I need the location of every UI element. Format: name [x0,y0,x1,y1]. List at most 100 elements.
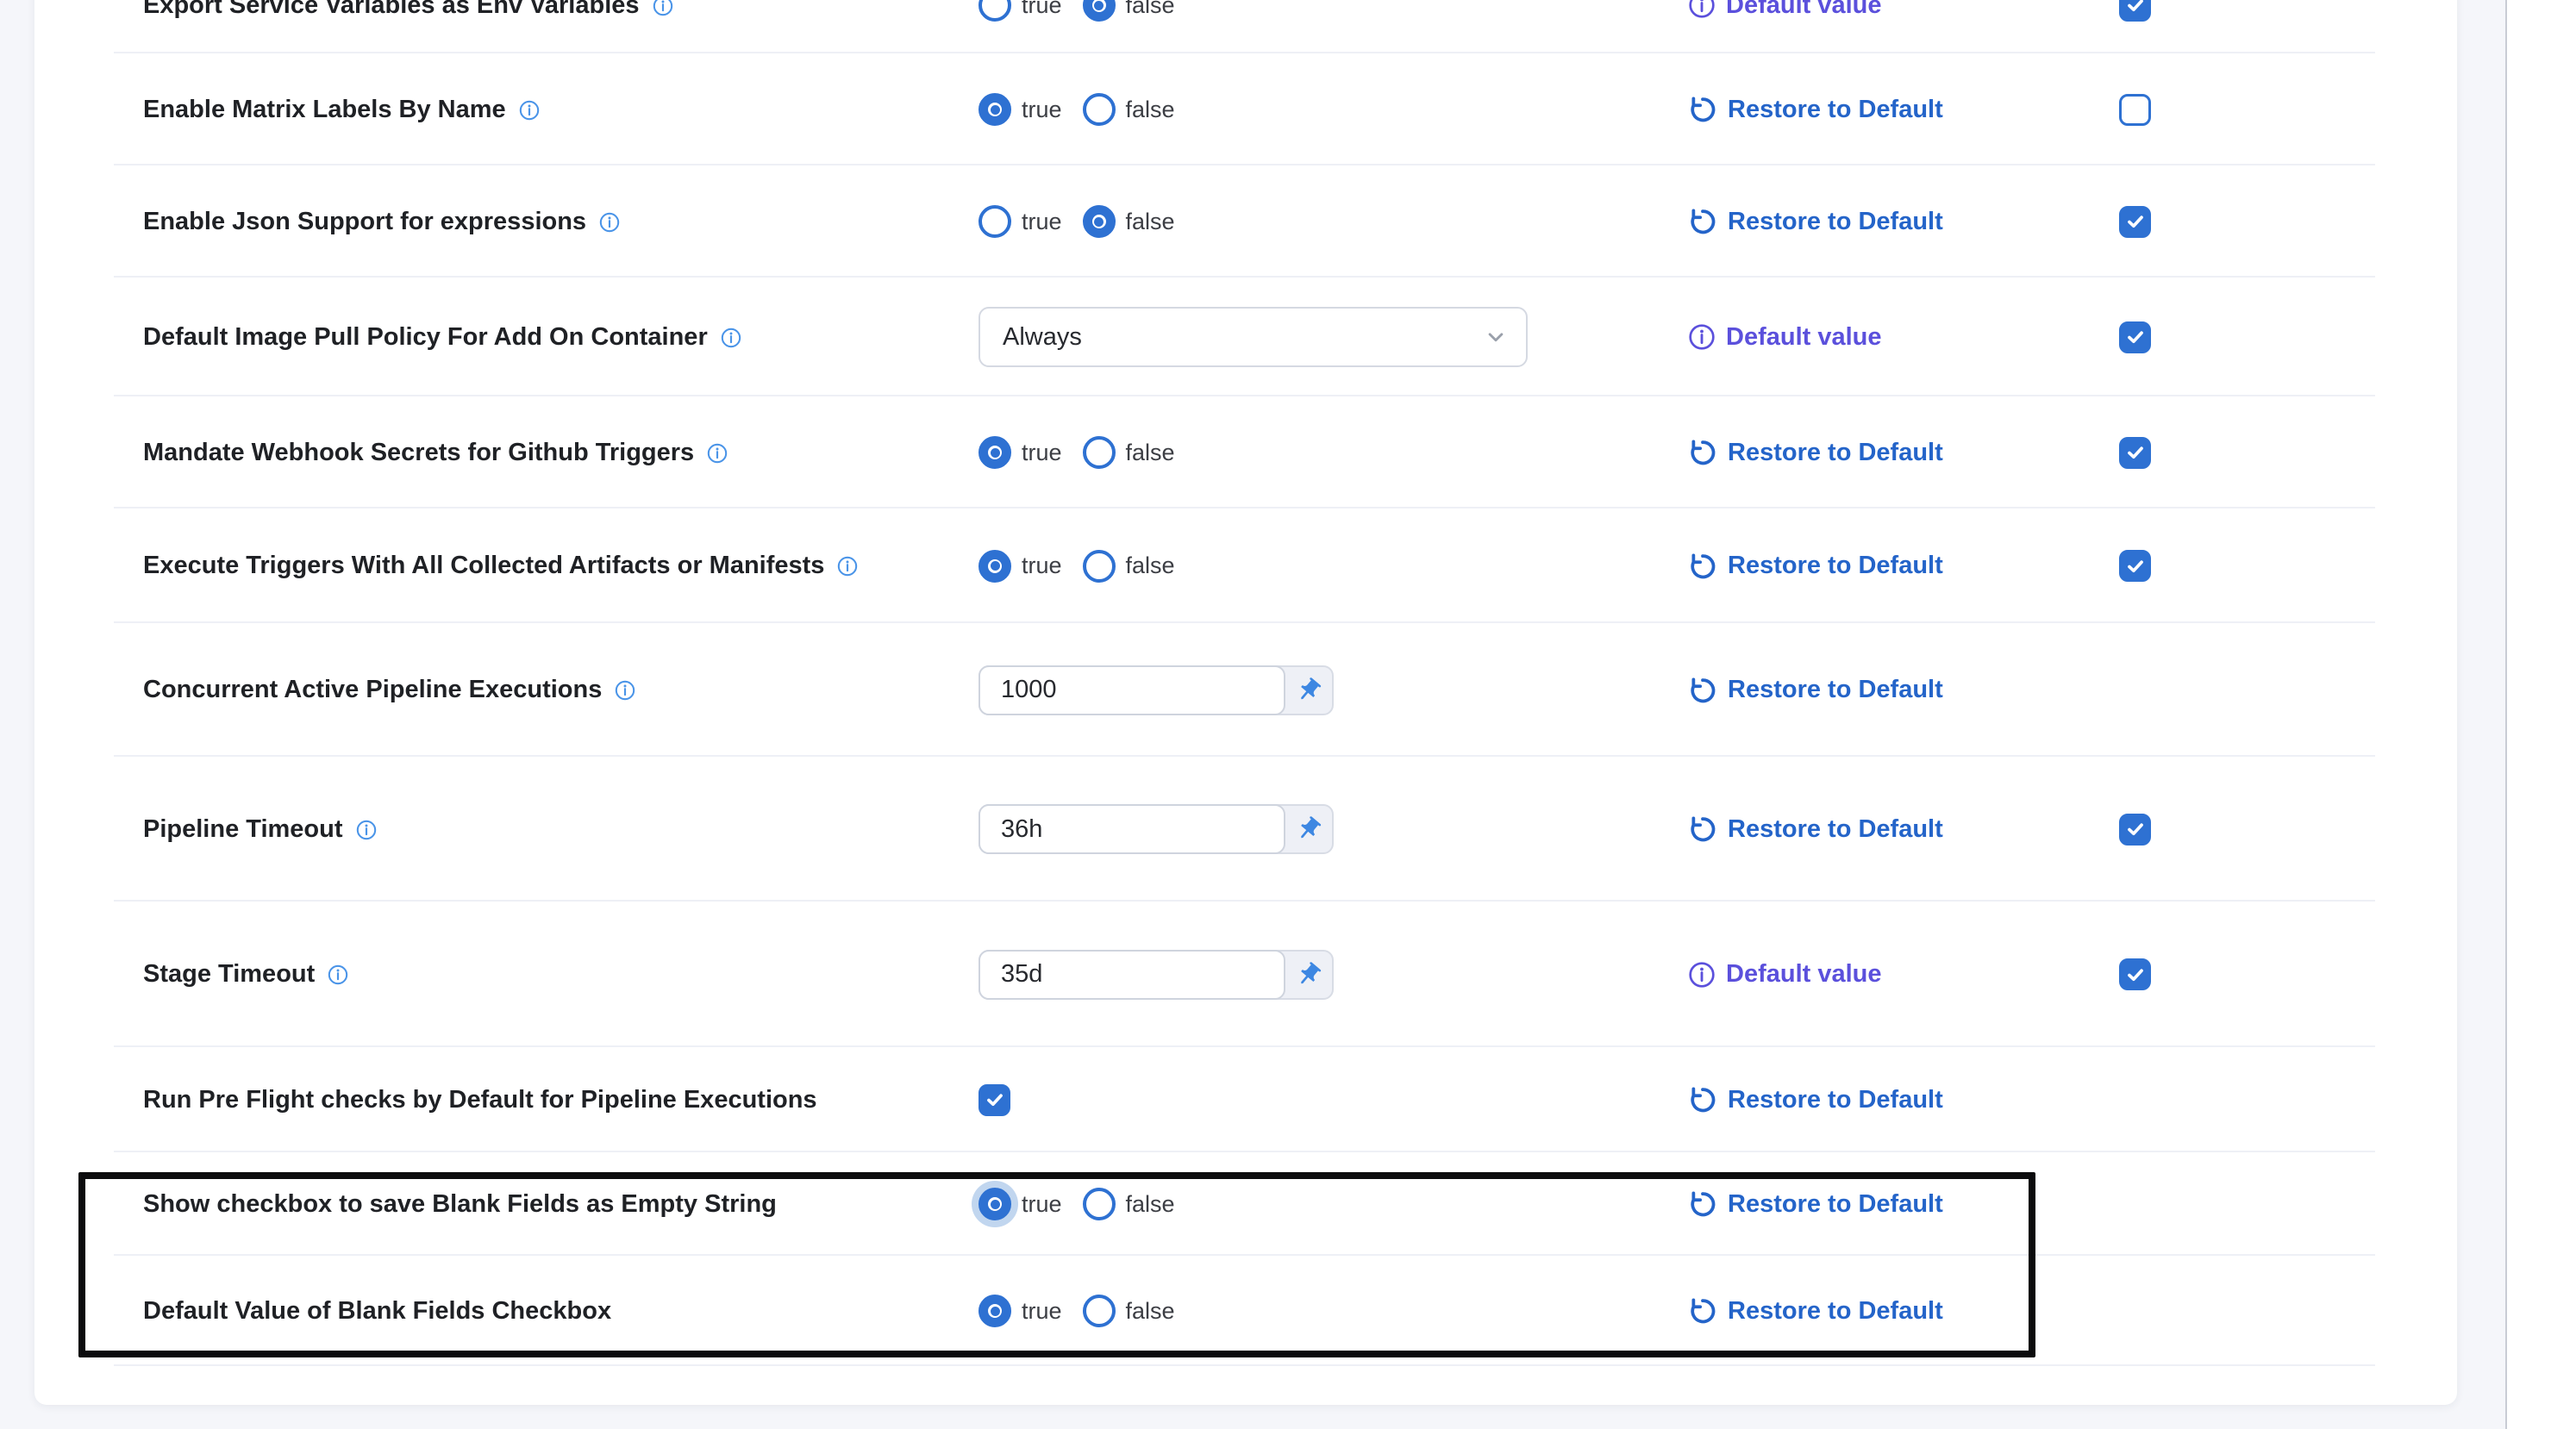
row-default-blank-fields-value: Default Value of Blank Fields Checkbox t… [34,1256,2457,1366]
setting-label: Mandate Webhook Secrets for Github Trigg… [143,438,694,468]
radio-true-label: true [1022,1191,1062,1218]
restore-icon [1687,675,1718,706]
pin-icon [1295,815,1322,843]
pinned-input [979,950,1334,1000]
radio-true-label: true [1022,1298,1062,1325]
pipeline-timeout-input[interactable] [979,804,1285,854]
radio-false[interactable] [1083,93,1116,126]
info-icon[interactable] [652,0,674,17]
row-stage-timeout: Stage Timeout Default value [34,902,2457,1047]
modified-checkbox[interactable] [2119,437,2151,469]
radio-group: true false [979,1188,1196,1220]
info-icon[interactable] [836,555,859,577]
radio-false[interactable] [1083,1295,1116,1327]
radio-false[interactable] [1083,205,1116,238]
modified-checkbox[interactable] [2119,550,2151,582]
restore-to-default-link[interactable]: Restore to Default [1687,1189,1943,1220]
restore-icon [1687,94,1718,125]
setting-label: Export Service Variables as Env Variable… [143,0,640,20]
restore-to-default-link[interactable]: Restore to Default [1687,814,1943,845]
check-icon [2124,210,2147,233]
info-icon[interactable] [327,964,349,986]
modified-checkbox[interactable] [2119,94,2151,126]
row-concurrent-pipeline-executions: Concurrent Active Pipeline Executions Re… [34,623,2457,757]
restore-to-default-link[interactable]: Restore to Default [1687,551,1943,582]
default-value-link[interactable]: Default value [1687,0,1882,20]
row-execute-triggers-artifacts: Execute Triggers With All Collected Arti… [34,509,2457,623]
setting-label: Show checkbox to save Blank Fields as Em… [143,1189,777,1220]
radio-false-label: false [1126,0,1175,19]
restore-to-default-link[interactable]: Restore to Default [1687,675,1943,706]
radio-false[interactable] [1083,436,1116,469]
preflight-checkbox[interactable] [979,1084,1010,1116]
row-export-service-variables: Export Service Variables as Env Variable… [34,0,2457,53]
check-icon [2124,0,2147,16]
pinned-input [979,665,1334,715]
radio-group: true false [979,93,1196,126]
default-value-link[interactable]: Default value [1687,322,1882,352]
check-icon [2124,441,2147,464]
restore-to-default-link[interactable]: Restore to Default [1687,1084,1943,1115]
row-show-blank-fields-checkbox: Show checkbox to save Blank Fields as Em… [34,1152,2457,1256]
info-icon[interactable] [518,99,541,122]
default-settings-card: Export Service Variables as Env Variable… [34,0,2457,1405]
pin-button[interactable] [1285,952,1332,998]
radio-true[interactable] [979,1188,1011,1220]
setting-label: Default Image Pull Policy For Add On Con… [143,322,708,353]
select-value: Always [1003,323,1082,352]
restore-to-default-link[interactable]: Restore to Default [1687,437,1943,468]
info-icon[interactable] [706,442,728,465]
row-pipeline-timeout: Pipeline Timeout Restore to Default [34,757,2457,902]
radio-true[interactable] [979,0,1011,22]
default-value-link[interactable]: Default value [1687,960,1882,989]
modified-checkbox[interactable] [2119,321,2151,353]
radio-false-label: false [1126,209,1175,235]
image-pull-policy-select[interactable]: Always [979,307,1528,367]
pin-button[interactable] [1285,667,1332,714]
restore-to-default-link[interactable]: Restore to Default [1687,94,1943,125]
restore-icon [1687,206,1718,237]
info-icon[interactable] [355,819,378,841]
radio-false[interactable] [1083,1188,1116,1220]
row-enable-json-support: Enable Json Support for expressions true… [34,165,2457,278]
setting-label: Execute Triggers With All Collected Arti… [143,551,824,581]
radio-false-label: false [1126,552,1175,579]
radio-true[interactable] [979,1295,1011,1327]
row-preflight-checks: Run Pre Flight checks by Default for Pip… [34,1047,2457,1152]
radio-false-label: false [1126,97,1175,123]
modified-checkbox[interactable] [2119,958,2151,990]
radio-false-label: false [1126,440,1175,466]
stage-timeout-input[interactable] [979,950,1285,1000]
info-icon[interactable] [598,211,621,234]
check-icon [2124,326,2147,348]
check-icon [2124,555,2147,577]
info-icon[interactable] [720,327,742,349]
info-icon[interactable] [614,679,636,702]
settings-page: Export Service Variables as Env Variable… [0,0,2507,1429]
restore-to-default-link[interactable]: Restore to Default [1687,1295,1943,1326]
info-icon [1687,960,1716,989]
radio-group: true false [979,205,1196,238]
modified-checkbox[interactable] [2119,0,2151,22]
restore-icon [1687,1084,1718,1115]
pin-button[interactable] [1285,806,1332,852]
radio-true[interactable] [979,93,1011,126]
restore-to-default-link[interactable]: Restore to Default [1687,206,1943,237]
radio-false[interactable] [1083,0,1116,22]
setting-label: Concurrent Active Pipeline Executions [143,675,602,705]
radio-false[interactable] [1083,550,1116,583]
radio-group: true false [979,550,1196,583]
concurrent-executions-input[interactable] [979,665,1285,715]
row-default-image-pull-policy: Default Image Pull Policy For Add On Con… [34,278,2457,396]
restore-icon [1687,551,1718,582]
modified-checkbox[interactable] [2119,814,2151,846]
check-icon [984,1089,1006,1111]
pin-icon [1295,677,1322,704]
radio-true-label: true [1022,209,1062,235]
modified-checkbox[interactable] [2119,206,2151,238]
radio-true[interactable] [979,205,1011,238]
radio-true[interactable] [979,550,1011,583]
setting-label: Enable Json Support for expressions [143,207,586,237]
radio-true[interactable] [979,436,1011,469]
info-icon [1687,0,1716,20]
